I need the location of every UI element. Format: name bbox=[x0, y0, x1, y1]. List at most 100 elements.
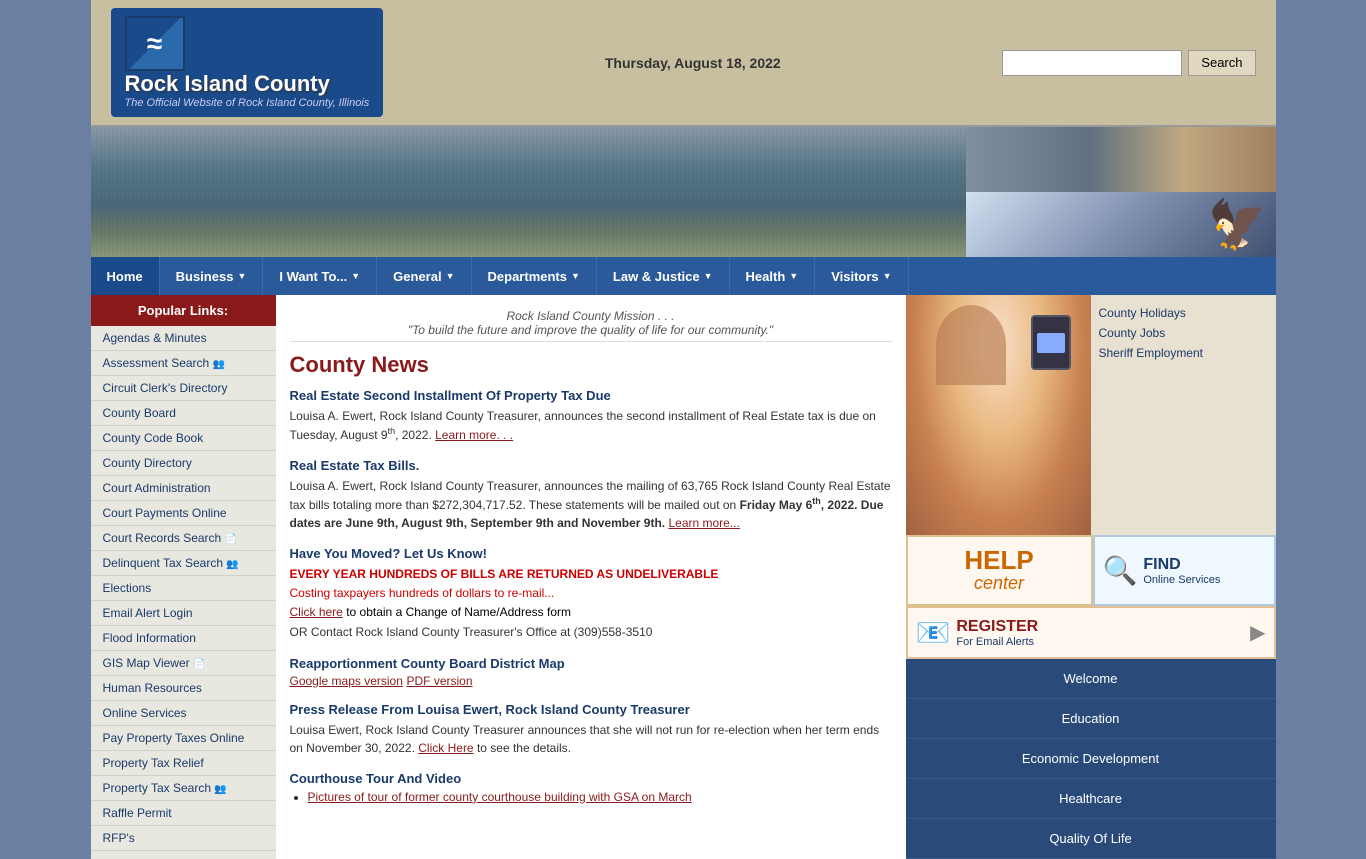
nav-lawjustice-arrow: ▼ bbox=[704, 271, 713, 281]
sidebar-item-agendas[interactable]: Agendas & Minutes bbox=[91, 326, 276, 351]
county-logo bbox=[125, 16, 185, 71]
sidebar-item-flood[interactable]: Flood Information bbox=[91, 626, 276, 651]
sidebar-item-delinquent[interactable]: Delinquent Tax Search 👥 bbox=[91, 551, 276, 576]
find-sub: Online Services bbox=[1143, 574, 1220, 586]
logo-background: Rock Island County The Official Website … bbox=[111, 8, 384, 117]
search-input[interactable] bbox=[1002, 50, 1182, 76]
news-item-2-body: Louisa A. Ewert, Rock Island County Trea… bbox=[290, 477, 892, 532]
sidebar-item-emailalert[interactable]: Email Alert Login bbox=[91, 601, 276, 626]
nav-business-arrow: ▼ bbox=[237, 271, 246, 281]
nav-health-arrow: ▼ bbox=[789, 271, 798, 281]
sidebar-item-raffle[interactable]: Raffle Permit bbox=[91, 801, 276, 826]
nav-iwantto-arrow: ▼ bbox=[351, 271, 360, 281]
nav-general[interactable]: General ▼ bbox=[377, 257, 471, 295]
news-reapp-link2[interactable]: PDF version bbox=[407, 674, 473, 688]
news-item-1: Real Estate Second Installment Of Proper… bbox=[290, 388, 892, 444]
welcome-panel-education[interactable]: Education bbox=[906, 699, 1276, 739]
photo-quicklinks-row: County Holidays County Jobs Sheriff Empl… bbox=[906, 295, 1276, 535]
sidebar-item-rfps[interactable]: RFP's bbox=[91, 826, 276, 851]
right-panels: County Holidays County Jobs Sheriff Empl… bbox=[906, 295, 1276, 859]
nav-iwantto[interactable]: I Want To... ▼ bbox=[263, 257, 377, 295]
mission-line1: Rock Island County Mission . . . bbox=[506, 309, 674, 323]
nav-home[interactable]: Home bbox=[91, 257, 160, 295]
news-item-1-body: Louisa A. Ewert, Rock Island County Trea… bbox=[290, 407, 892, 444]
nav-visitors[interactable]: Visitors ▼ bbox=[815, 257, 908, 295]
sidebar-item-elections[interactable]: Elections bbox=[91, 576, 276, 601]
news-item-1-link[interactable]: Learn more. . . bbox=[435, 428, 513, 442]
photo-box bbox=[906, 295, 1091, 535]
sidebar-item-taxrelief[interactable]: Property Tax Relief bbox=[91, 751, 276, 776]
news-moved-alert1: EVERY YEAR HUNDREDS OF BILLS ARE RETURNE… bbox=[290, 565, 892, 584]
nav-departments-arrow: ▼ bbox=[571, 271, 580, 281]
news-item-2-title: Real Estate Tax Bills. bbox=[290, 458, 892, 473]
banner: 🦅 bbox=[91, 127, 1276, 257]
register-widget[interactable]: 📧 REGISTER For Email Alerts ▶ bbox=[906, 606, 1276, 659]
news-moved-contact: OR Contact Rock Island County Treasurer'… bbox=[290, 623, 892, 642]
sidebar-item-assessment[interactable]: Assessment Search 👥 bbox=[91, 351, 276, 376]
quick-link-holidays[interactable]: County Holidays bbox=[1099, 303, 1268, 323]
sidebar-item-courtpayments[interactable]: Court Payments Online bbox=[91, 501, 276, 526]
banner-side-bottom: 🦅 bbox=[966, 192, 1276, 257]
nav-business[interactable]: Business ▼ bbox=[160, 257, 264, 295]
find-title: FIND bbox=[1143, 556, 1220, 574]
nav-general-arrow: ▼ bbox=[446, 271, 455, 281]
quick-link-sheriff[interactable]: Sheriff Employment bbox=[1099, 343, 1268, 363]
help-title: HELP bbox=[918, 547, 1081, 573]
sidebar-item-hr[interactable]: Human Resources bbox=[91, 676, 276, 701]
quick-links-panel: County Holidays County Jobs Sheriff Empl… bbox=[1091, 295, 1276, 535]
sidebar-item-countyboard[interactable]: County Board bbox=[91, 401, 276, 426]
news-reapp-section: Reapportionment County Board District Ma… bbox=[290, 656, 892, 688]
news-item-1-title: Real Estate Second Installment Of Proper… bbox=[290, 388, 892, 403]
news-moved-section: Have You Moved? Let Us Know! EVERY YEAR … bbox=[290, 546, 892, 642]
nav-health[interactable]: Health ▼ bbox=[730, 257, 816, 295]
news-column: Rock Island County Mission . . . "To bui… bbox=[276, 295, 906, 859]
register-icon: 📧 bbox=[916, 616, 951, 649]
register-arrow-icon: ▶ bbox=[1250, 620, 1265, 645]
news-moved-link[interactable]: Click here bbox=[290, 605, 343, 619]
banner-side-top bbox=[966, 127, 1276, 192]
mission-line2: "To build the future and improve the qua… bbox=[408, 323, 773, 337]
news-press-body: Louisa Ewert, Rock Island County Treasur… bbox=[290, 723, 880, 755]
news-press-link[interactable]: Click Here bbox=[418, 741, 473, 755]
sidebar-item-directory[interactable]: County Directory bbox=[91, 451, 276, 476]
sidebar-item-circuit[interactable]: Circuit Clerk's Directory bbox=[91, 376, 276, 401]
main-nav: Home Business ▼ I Want To... ▼ General ▼… bbox=[91, 257, 1276, 295]
news-moved-click-desc: to obtain a Change of Name/Address form bbox=[343, 605, 571, 619]
news-tour-bullet[interactable]: Pictures of tour of former county courth… bbox=[308, 790, 692, 804]
news-item-2-link[interactable]: Learn more... bbox=[668, 516, 739, 530]
news-moved-title: Have You Moved? Let Us Know! bbox=[290, 546, 892, 561]
sidebar-item-taxsearch[interactable]: Property Tax Search 👥 bbox=[91, 776, 276, 801]
welcome-panel-economic[interactable]: Economic Development bbox=[906, 739, 1276, 779]
news-tour-section: Courthouse Tour And Video Pictures of to… bbox=[290, 771, 892, 804]
search-button[interactable]: Search bbox=[1188, 50, 1255, 76]
sidebar-title: Popular Links: bbox=[91, 295, 276, 326]
help-sub: center bbox=[918, 573, 1081, 594]
help-center-widget[interactable]: HELP center bbox=[906, 535, 1093, 606]
welcome-panel-quality[interactable]: Quality Of Life bbox=[906, 819, 1276, 859]
news-moved-click: Click here to obtain a Change of Name/Ad… bbox=[290, 603, 892, 622]
find-services-widget[interactable]: 🔍 FIND Online Services bbox=[1093, 535, 1276, 606]
sidebar-item-courtrecords[interactable]: Court Records Search 📄 bbox=[91, 526, 276, 551]
header: Rock Island County The Official Website … bbox=[91, 0, 1276, 127]
sidebar-item-onlineservices[interactable]: Online Services bbox=[91, 701, 276, 726]
register-title: REGISTER bbox=[956, 618, 1038, 636]
quick-link-jobs[interactable]: County Jobs bbox=[1099, 323, 1268, 343]
nav-departments[interactable]: Departments ▼ bbox=[472, 257, 597, 295]
welcome-panels: Welcome Education Economic Development H… bbox=[906, 659, 1276, 859]
nav-lawjustice[interactable]: Law & Justice ▼ bbox=[597, 257, 730, 295]
news-press-section: Press Release From Louisa Ewert, Rock Is… bbox=[290, 702, 892, 757]
banner-main-image bbox=[91, 127, 966, 257]
sidebar-item-codebook[interactable]: County Code Book bbox=[91, 426, 276, 451]
welcome-panel-healthcare[interactable]: Healthcare bbox=[906, 779, 1276, 819]
help-find-register-row: HELP center 🔍 FIND Online Services bbox=[906, 535, 1276, 606]
sidebar-item-courtadmin[interactable]: Court Administration bbox=[91, 476, 276, 501]
sidebar-item-gis[interactable]: GIS Map Viewer 📄 bbox=[91, 651, 276, 676]
nav-visitors-arrow: ▼ bbox=[883, 271, 892, 281]
find-icon: 🔍 bbox=[1103, 554, 1138, 587]
county-news-heading: County News bbox=[290, 352, 892, 378]
news-reapp-link1[interactable]: Google maps version bbox=[290, 674, 403, 688]
welcome-panel-welcome[interactable]: Welcome bbox=[906, 659, 1276, 699]
news-moved-alert2: Costing taxpayers hundreds of dollars to… bbox=[290, 584, 892, 603]
sidebar: Popular Links: Agendas & Minutes Assessm… bbox=[91, 295, 276, 859]
sidebar-item-paytaxes[interactable]: Pay Property Taxes Online bbox=[91, 726, 276, 751]
